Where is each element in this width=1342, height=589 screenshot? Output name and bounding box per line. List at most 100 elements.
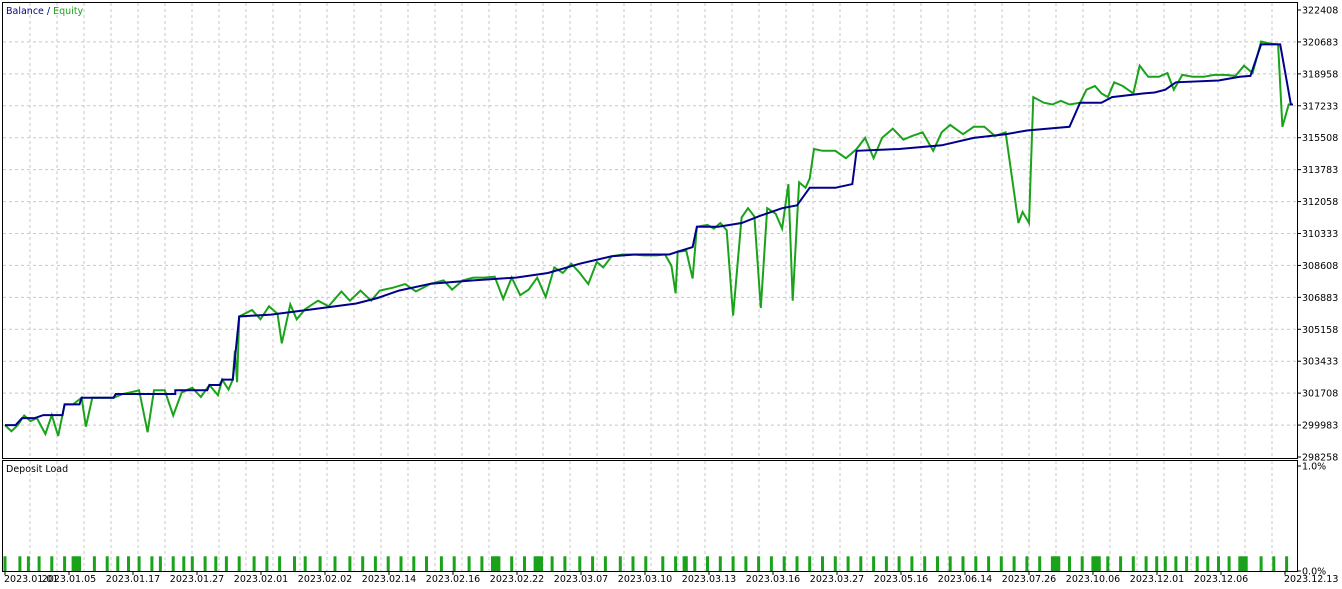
deposit-load-bar <box>603 556 607 571</box>
x-tick-label: 2023.02.16 <box>426 574 480 585</box>
x-tick-label: 2023.03.10 <box>618 574 672 585</box>
deposit-load-bar <box>203 556 207 571</box>
deposit-load-bar <box>591 556 595 571</box>
deposit-load-bar <box>18 556 22 571</box>
deposit-load-bar <box>224 556 228 571</box>
deposit-load-bar <box>757 556 761 571</box>
y-tick-label: 322408 <box>1302 6 1338 17</box>
chart-background <box>0 0 1342 585</box>
deposit-load-bar <box>910 556 914 571</box>
deposit-load-bar <box>769 556 773 571</box>
deposit-load-bar <box>1217 556 1220 571</box>
deposit-load-bar <box>987 556 991 571</box>
deposit-load-bar <box>37 556 41 571</box>
deposit-load-bar <box>1038 556 1042 571</box>
x-tick-label: 2023.01.27 <box>170 574 224 585</box>
chart-svg: 322408 320683 318958 317233 315508 313783 3120… <box>0 0 1342 585</box>
deposit-load-bar <box>744 556 748 571</box>
deposit-load-bar <box>1119 556 1123 571</box>
deposit-load-bar <box>252 556 256 571</box>
y-tick-label: 317233 <box>1302 101 1338 112</box>
deposit-load-bar <box>78 556 81 571</box>
deposit-load-bar <box>425 556 428 571</box>
deposit-load-bar <box>674 556 678 571</box>
x-tick-label: 2023.12.06 <box>1194 574 1248 585</box>
deposit-load-bar <box>821 556 824 571</box>
deposit-load-bar <box>50 556 54 571</box>
deposit-load-bar <box>618 556 622 571</box>
deposit-load-bar <box>1097 556 1101 571</box>
y-tick-label: 299983 <box>1302 421 1338 432</box>
x-tick-label: 2023.07.26 <box>1002 574 1056 585</box>
deposit-load-bar <box>412 556 416 571</box>
deposit-load-bar <box>1012 556 1016 571</box>
y-tick-label: 315508 <box>1302 133 1338 144</box>
chart-root: 322408 320683 318958 317233 315508 313783 3120… <box>0 0 1342 585</box>
deposit-load-bar <box>127 556 130 571</box>
deposit-load-bar <box>1155 556 1159 571</box>
deposit-load-bar <box>661 556 665 571</box>
y-tick-label: 303433 <box>1302 357 1338 368</box>
deposit-load-bar <box>846 556 850 571</box>
deposit-load-bar <box>373 556 377 571</box>
x-tick-label: 2023.03.27 <box>810 574 864 585</box>
x-tick-label: 2023.12.01 <box>1130 574 1184 585</box>
y-tick-label: 306883 <box>1302 293 1338 304</box>
x-tick-label: 2023.05.16 <box>874 574 928 585</box>
deposit-load-bar <box>718 556 722 571</box>
deposit-load-bar <box>1025 556 1029 571</box>
deposit-load-bar <box>578 556 582 571</box>
deposit-load-bar <box>1272 556 1276 571</box>
legend-balance-label: Balance <box>6 6 44 17</box>
legend-equity-label: Equity <box>53 6 83 17</box>
deposit-load-bar <box>1163 556 1167 571</box>
deposit-load-bar <box>318 556 322 571</box>
deposit-load-bar <box>1185 556 1189 571</box>
deposit-load-bar <box>150 556 154 571</box>
deposit-load-bar <box>63 556 67 571</box>
deposit-load-bar <box>303 556 307 571</box>
deposit-load-bar <box>333 556 337 571</box>
deposit-load-bar <box>265 556 269 571</box>
deposit-load-bar <box>1195 556 1199 571</box>
deposit-load-bar <box>795 556 799 571</box>
x-tick-label: 2023.03.07 <box>554 574 608 585</box>
deposit-load-bar <box>833 556 837 571</box>
deposit-load-bar <box>1227 556 1231 571</box>
deposit-load-bar <box>1144 556 1148 571</box>
x-tick-label: 2023.02.14 <box>362 574 416 585</box>
y-tick-label: 320683 <box>1302 37 1338 48</box>
x-tick-label: 2023.02.02 <box>298 574 352 585</box>
deposit-load-bar <box>182 556 186 571</box>
deposit-load-bar <box>523 556 526 571</box>
x-tick-label: 2023.03.16 <box>746 574 800 585</box>
deposit-load-bar <box>439 556 443 571</box>
deposit-load-bar <box>884 556 888 571</box>
main-y-axis: 322408 320683 318958 317233 315508 313783 3120… <box>1297 6 1338 464</box>
deposit-load-bar <box>348 556 352 571</box>
deposit-load-bar <box>467 556 471 571</box>
deposit-load-bar <box>631 556 635 571</box>
deposit-load-bar <box>706 556 709 571</box>
deposit-load-bar <box>3 556 7 571</box>
deposit-load-bar <box>399 556 403 571</box>
y-tick-label: 312058 <box>1302 197 1338 208</box>
x-tick-label: 2023.02.22 <box>490 574 544 585</box>
deposit-load-bar <box>214 556 218 571</box>
x-tick-label: 2023.01.05 <box>42 574 96 585</box>
deposit-load-bar <box>540 556 543 571</box>
y-tick-label: 305158 <box>1302 325 1338 336</box>
deposit-load-bar <box>105 556 109 571</box>
x-tick-label: 2023.12.13 <box>1284 574 1338 585</box>
deposit-load-bar <box>386 556 390 571</box>
x-tick-label: 2023.06.14 <box>938 574 992 585</box>
deposit-load-bar <box>644 556 648 571</box>
deposit-load-bar <box>190 556 194 571</box>
deposit-load-title: Deposit Load <box>6 464 68 475</box>
deposit-load-bar <box>1080 556 1084 571</box>
deposit-load-bar <box>1057 556 1061 571</box>
deposit-load-bar <box>171 556 175 571</box>
deposit-load-bar <box>1106 556 1110 571</box>
deposit-load-bar <box>999 556 1003 571</box>
load-y-tick-label: 1.0% <box>1302 462 1326 473</box>
